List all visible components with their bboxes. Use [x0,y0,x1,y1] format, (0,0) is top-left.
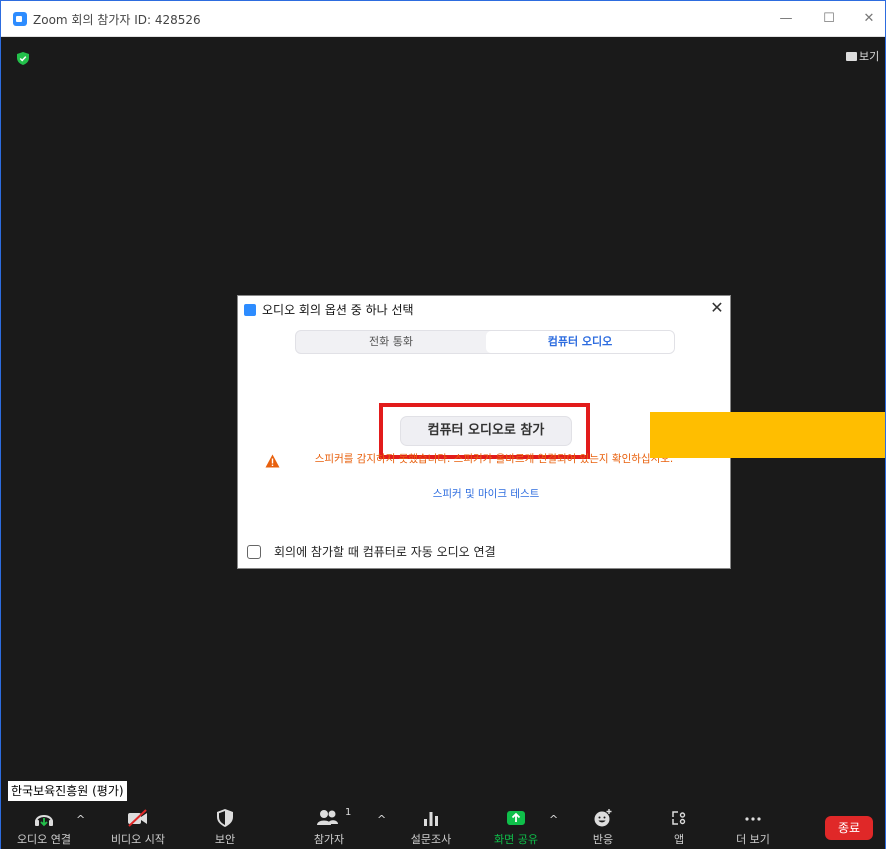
more-label: 더 보기 [736,833,770,846]
share-screen-button[interactable]: 화면 공유 [484,807,548,849]
more-dots-icon [745,817,761,821]
auto-connect-checkbox[interactable] [247,545,261,559]
view-label: 보기 [859,50,880,63]
share-options-caret[interactable]: ^ [549,813,558,826]
apps-label: 앱 [673,833,685,846]
warning-icon [265,454,280,468]
bar-chart-icon [424,812,438,826]
tab-phone-call[interactable]: 전화 통화 [296,331,486,353]
apps-icon [672,811,686,825]
tab-computer-audio[interactable]: 컴퓨터 오디오 [486,331,674,353]
share-screen-icon [507,811,525,825]
zoom-app-icon [13,12,27,26]
view-button[interactable]: 보기 [846,48,879,66]
dialog-title: 오디오 회의 옵션 중 하나 선택 [262,303,414,317]
meeting-toolbar: 오디오 연결 ^ 비디오 시작 보안 참가자 1 ^ 설문조사 화면 공유 ^ … [1,803,885,849]
end-meeting-button[interactable]: 종료 [825,816,873,840]
apps-button[interactable]: 앱 [661,807,697,849]
join-audio-label: 오디오 연결 [16,833,72,846]
zoom-window: Zoom 회의 참가자 ID: 428526 — ☐ ✕ 보기 한국보육진흥원 … [0,0,886,849]
maximize-button[interactable]: ☐ [816,8,842,30]
reactions-label: 반응 [592,833,614,846]
polls-label: 설문조사 [410,833,452,846]
window-title: Zoom 회의 참가자 ID: 428526 [33,13,201,27]
start-video-label: 비디오 시작 [110,833,166,846]
participants-count: 1 [345,807,352,818]
close-window-button[interactable]: ✕ [856,8,882,30]
security-label: 보안 [214,833,236,846]
participants-label: 참가자 [313,833,345,846]
speaker-warning-text: 스피커를 감지하지 못했습니다. 스피커가 올바르게 연결되어 있는지 확인하십… [314,453,674,465]
test-speaker-mic-link[interactable]: 스피커 및 마이크 테스트 [398,486,574,501]
security-shield-icon [217,809,233,827]
audio-options-caret[interactable]: ^ [76,813,85,826]
encryption-shield-icon[interactable] [17,52,29,65]
more-button[interactable]: 더 보기 [731,807,775,849]
video-off-icon [128,809,147,827]
share-screen-label: 화면 공유 [494,833,538,846]
headphone-icon [35,815,53,827]
minimize-button[interactable]: — [773,8,799,30]
join-audio-button[interactable]: 오디오 연결 [11,807,77,849]
security-button[interactable]: 보안 [205,807,245,849]
participants-icon [317,810,338,825]
grid-view-icon [846,52,857,61]
red-highlight-box [379,403,590,459]
auto-connect-label: 회의에 참가할 때 컴퓨터로 자동 오디오 연결 [274,545,496,559]
zoom-dialog-icon [244,304,256,316]
reactions-button[interactable]: 반응 [583,807,623,849]
dialog-close-button[interactable]: ✕ [707,298,727,318]
participant-name-tag: 한국보육진흥원 (평가) [8,781,127,801]
emoji-icon [594,809,612,827]
participants-options-caret[interactable]: ^ [377,813,386,826]
yellow-annotation-bar [650,412,885,458]
title-bar: Zoom 회의 참가자 ID: 428526 — ☐ ✕ [1,1,885,37]
start-video-button[interactable]: 비디오 시작 [105,807,171,849]
audio-tabs: 전화 통화 컴퓨터 오디오 [295,330,675,354]
polls-button[interactable]: 설문조사 [401,807,461,849]
